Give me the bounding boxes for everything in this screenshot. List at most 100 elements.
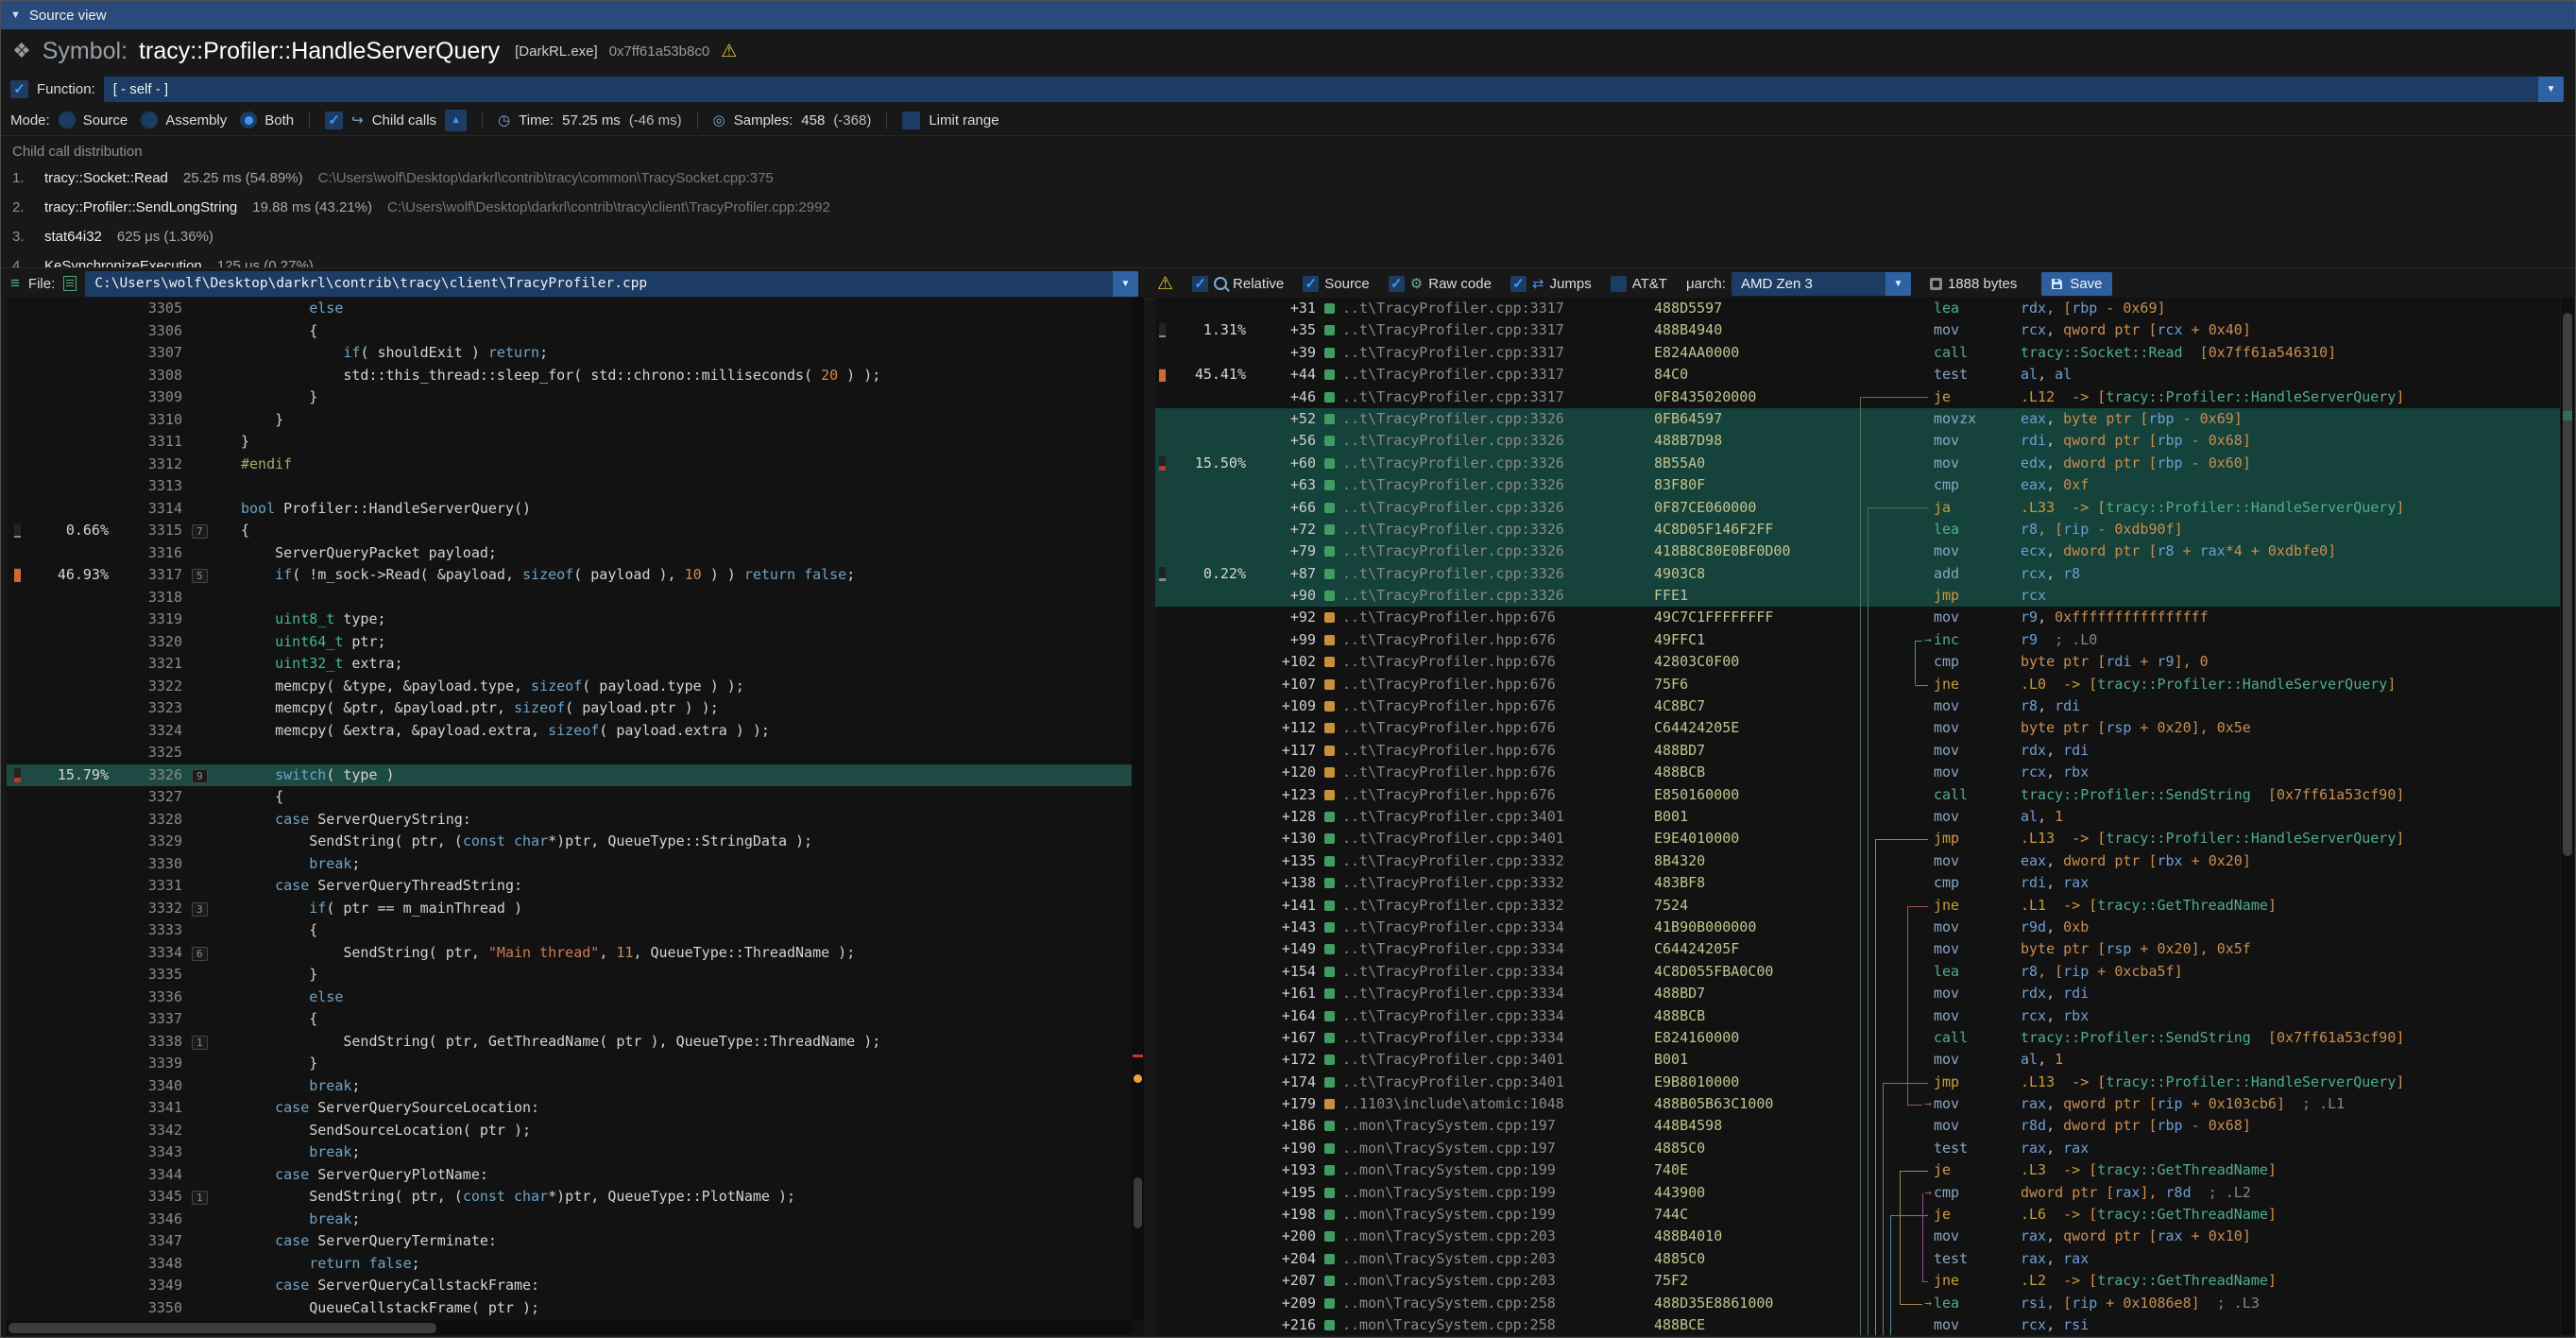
assembly-row[interactable]: +207..mon\TracySystem.cpp:20375F2jne.L2 … — [1155, 1270, 2560, 1292]
assembly-row[interactable]: +46..t\TracyProfiler.cpp:33170F843502000… — [1155, 386, 2560, 408]
source-line[interactable]: 3311} — [7, 431, 1144, 454]
scrollbar-thumb[interactable] — [9, 1323, 436, 1333]
assembly-row[interactable]: +109..t\TracyProfiler.hpp:6764C8BC7movr8… — [1155, 695, 2560, 717]
source-line[interactable]: 3348 return false; — [7, 1253, 1144, 1276]
assembly-row[interactable]: +63..t\TracyProfiler.cpp:332683F80Fcmpea… — [1155, 474, 2560, 496]
file-combo[interactable]: C:\Users\wolf\Desktop\darkrl\contrib\tra… — [85, 271, 1138, 297]
source-line[interactable]: 3346 break; — [7, 1209, 1144, 1231]
source-line[interactable]: 3336 else — [7, 986, 1144, 1009]
source-line[interactable]: 3329 SendString( ptr, (const char*)ptr, … — [7, 831, 1144, 853]
source-location[interactable]: ..mon\TracySystem.cpp:203 — [1342, 1248, 1654, 1270]
assembly-row[interactable]: +99..t\TracyProfiler.hpp:67649FFC1→incr9… — [1155, 629, 2560, 651]
source-location[interactable]: ..t\TracyProfiler.cpp:3326 — [1342, 540, 1654, 562]
assembly-row[interactable]: +186..mon\TracySystem.cpp:197448B4598mov… — [1155, 1115, 2560, 1137]
assembly-row[interactable]: +128..t\TracyProfiler.cpp:3401B001moval,… — [1155, 806, 2560, 828]
source-location[interactable]: ..mon\TracySystem.cpp:203 — [1342, 1270, 1654, 1292]
source-line[interactable]: 3316 ServerQueryPacket payload; — [7, 542, 1144, 565]
assembly-row[interactable]: +174..t\TracyProfiler.cpp:3401E9B8010000… — [1155, 1072, 2560, 1093]
source-line[interactable]: 3327 { — [7, 786, 1144, 809]
assembly-row[interactable]: +102..t\TracyProfiler.hpp:67642803C0F00c… — [1155, 651, 2560, 673]
source-line[interactable]: 3322 memcpy( &type, &payload.type, sizeo… — [7, 676, 1144, 698]
child-call-row[interactable]: 4.KeSynchronizeExecution125 μs (0.27%) — [12, 251, 2564, 267]
source-line[interactable]: 3343 break; — [7, 1141, 1144, 1164]
assembly-row[interactable]: +107..t\TracyProfiler.hpp:67675F6jne.L0 … — [1155, 674, 2560, 695]
source-line[interactable]: 3330 break; — [7, 853, 1144, 876]
assembly-row[interactable]: +198..mon\TracySystem.cpp:199744Cje.L6 -… — [1155, 1204, 2560, 1226]
source-location[interactable]: ..t\TracyProfiler.cpp:3332 — [1342, 895, 1654, 917]
assembly-row[interactable]: +200..mon\TracySystem.cpp:203488B4010mov… — [1155, 1226, 2560, 1247]
source-location[interactable]: ..t\TracyProfiler.cpp:3401 — [1342, 1049, 1654, 1071]
source-line[interactable]: 3319 uint8_t type; — [7, 609, 1144, 631]
assembly-row[interactable]: +130..t\TracyProfiler.cpp:3401E9E4010000… — [1155, 828, 2560, 849]
assembly-row[interactable]: +56..t\TracyProfiler.cpp:3326488B7D98mov… — [1155, 430, 2560, 452]
source-horizontal-scrollbar[interactable] — [7, 1321, 1132, 1335]
source-line[interactable]: 3331 case ServerQueryThreadString: — [7, 875, 1144, 898]
source-location[interactable]: ..t\TracyProfiler.cpp:3401 — [1342, 1072, 1654, 1093]
source-line[interactable]: 3344 case ServerQueryPlotName: — [7, 1164, 1144, 1187]
mode-radio-assembly[interactable]: Assembly — [141, 112, 227, 129]
title-bar[interactable]: ▼ Source view — [1, 1, 2575, 29]
source-line[interactable]: 3320 uint64_t ptr; — [7, 631, 1144, 654]
source-location[interactable]: ..t\TracyProfiler.hpp:676 — [1342, 695, 1654, 717]
assembly-row[interactable]: +90..t\TracyProfiler.cpp:3326FFE1jmprcx — [1155, 585, 2560, 607]
source-location[interactable]: ..t\TracyProfiler.cpp:3334 — [1342, 1005, 1654, 1027]
collapse-icon[interactable]: ▼ — [10, 9, 21, 21]
assembly-row[interactable]: +193..mon\TracySystem.cpp:199740Eje.L3 -… — [1155, 1159, 2560, 1181]
source-location[interactable]: ..t\TracyProfiler.hpp:676 — [1342, 717, 1654, 739]
source-location[interactable]: ..t\TracyProfiler.cpp:3334 — [1342, 917, 1654, 938]
source-location[interactable]: ..t\TracyProfiler.cpp:3326 — [1342, 585, 1654, 607]
source-location[interactable]: ..mon\TracySystem.cpp:197 — [1342, 1138, 1654, 1159]
source-location[interactable]: ..mon\TracySystem.cpp:197 — [1342, 1115, 1654, 1137]
source-location[interactable]: ..t\TracyProfiler.cpp:3332 — [1342, 872, 1654, 894]
assembly-row[interactable]: +31..t\TracyProfiler.cpp:3317488D5597lea… — [1155, 298, 2560, 319]
source-line[interactable]: 3341 case ServerQuerySourceLocation: — [7, 1097, 1144, 1120]
source-location[interactable]: ..mon\TracySystem.cpp:258 — [1342, 1314, 1654, 1335]
source-line[interactable]: 33451 SendString( ptr, (const char*)ptr,… — [7, 1186, 1144, 1209]
go-to-parent-button[interactable]: ▲ — [445, 110, 467, 131]
uarch-combo[interactable]: AMD Zen 3 ▼ — [1732, 272, 1911, 296]
source-line[interactable]: 3328 case ServerQueryString: — [7, 809, 1144, 832]
assembly-row[interactable]: 0.22%+87..t\TracyProfiler.cpp:33264903C8… — [1155, 563, 2560, 585]
assembly-vertical-scrollbar[interactable] — [2561, 298, 2574, 1335]
source-location[interactable]: ..t\TracyProfiler.hpp:676 — [1342, 740, 1654, 762]
radio-icon[interactable] — [59, 112, 76, 129]
function-checkbox[interactable]: ✓ — [10, 80, 28, 98]
assembly-row[interactable]: +52..t\TracyProfiler.cpp:33260FB64597mov… — [1155, 408, 2560, 430]
assembly-row[interactable]: +138..t\TracyProfiler.cpp:3332483BF8cmpr… — [1155, 872, 2560, 894]
source-location[interactable]: ..t\TracyProfiler.cpp:3326 — [1342, 519, 1654, 540]
source-line[interactable]: 33323 if( ptr == m_mainThread ) — [7, 898, 1144, 920]
assembly-row[interactable]: +112..t\TracyProfiler.hpp:676C64424205Em… — [1155, 717, 2560, 739]
child-call-row[interactable]: 1.tracy::Socket::Read25.25 ms (54.89%)C:… — [12, 163, 2564, 193]
source-line[interactable]: 3325 — [7, 742, 1144, 764]
source-location[interactable]: ..t\TracyProfiler.cpp:3326 — [1342, 497, 1654, 519]
source-location[interactable]: ..mon\TracySystem.cpp:258 — [1342, 1293, 1654, 1314]
assembly-row[interactable]: +123..t\TracyProfiler.hpp:676E850160000c… — [1155, 784, 2560, 806]
source-location[interactable]: ..t\TracyProfiler.hpp:676 — [1342, 762, 1654, 783]
source-line[interactable]: 3318 — [7, 587, 1144, 609]
source-line[interactable]: 3337 { — [7, 1008, 1144, 1031]
radio-icon[interactable] — [240, 112, 257, 129]
source-location[interactable]: ..t\TracyProfiler.cpp:3401 — [1342, 828, 1654, 849]
source-location[interactable]: ..t\TracyProfiler.cpp:3317 — [1342, 342, 1654, 364]
source-location[interactable]: ..t\TracyProfiler.cpp:3317 — [1342, 386, 1654, 408]
child-call-row[interactable]: 2.tracy::Profiler::SendLongString19.88 m… — [12, 193, 2564, 222]
assembly-row[interactable]: +66..t\TracyProfiler.cpp:33260F87CE06000… — [1155, 497, 2560, 519]
source-location[interactable]: ..t\TracyProfiler.hpp:676 — [1342, 629, 1654, 651]
source-line[interactable]: 3307 if( shouldExit ) return; — [7, 342, 1144, 365]
source-location[interactable]: ..t\TracyProfiler.cpp:3334 — [1342, 938, 1654, 960]
assembly-row[interactable]: +92..t\TracyProfiler.hpp:67649C7C1FFFFFF… — [1155, 607, 2560, 628]
source-location[interactable]: ..1103\include\atomic:1048 — [1342, 1093, 1654, 1115]
assembly-row[interactable]: +143..t\TracyProfiler.cpp:333441B90B0000… — [1155, 917, 2560, 938]
source-location[interactable]: ..t\TracyProfiler.hpp:676 — [1342, 607, 1654, 628]
source-location[interactable]: ..t\TracyProfiler.cpp:3326 — [1342, 474, 1654, 496]
source-line[interactable]: 3323 memcpy( &ptr, &payload.ptr, sizeof(… — [7, 697, 1144, 720]
source-line[interactable]: 3333 { — [7, 919, 1144, 942]
assembly-row[interactable]: +141..t\TracyProfiler.cpp:33327524jne.L1… — [1155, 895, 2560, 917]
save-button[interactable]: Save — [2041, 272, 2111, 296]
source-line[interactable]: 3314bool Profiler::HandleServerQuery() — [7, 498, 1144, 521]
source-line[interactable]: 3321 uint32_t extra; — [7, 653, 1144, 676]
source-location[interactable]: ..mon\TracySystem.cpp:199 — [1342, 1159, 1654, 1181]
assembly-row[interactable]: +209..mon\TracySystem.cpp:258488D35E8861… — [1155, 1293, 2560, 1314]
assembly-row[interactable]: +120..t\TracyProfiler.hpp:676488BCBmovrc… — [1155, 762, 2560, 783]
child-call-row[interactable]: 3.stat64i32625 μs (1.36%) — [12, 222, 2564, 251]
